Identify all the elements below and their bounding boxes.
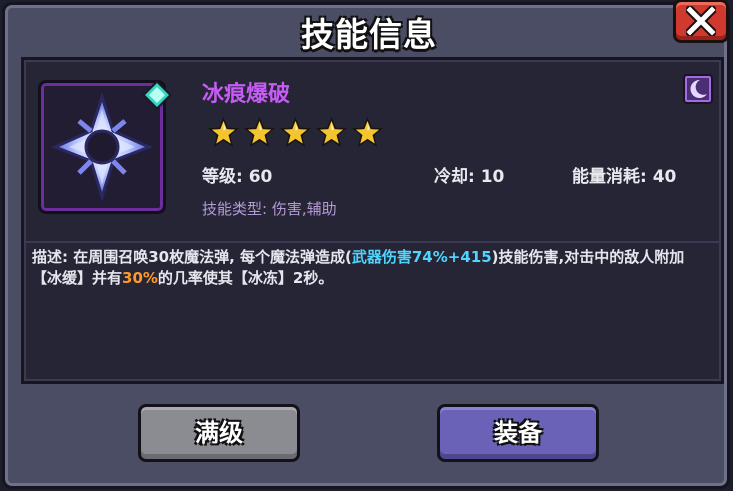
skill-detail-panel: 冰痕爆破 等级: 60 冷却: 10 能量消耗: 40 技能类型: 伤害,辅助 … — [21, 57, 724, 384]
weapon-damage-highlight: 武器伤害74%+415 — [351, 248, 492, 266]
skill-info-dialog: 技能信息 冰痕爆破 等级: 60 冷却: 10 能量消耗: 40 技能类型: 伤… — [2, 0, 730, 489]
dialog-title: 技能信息 — [301, 15, 437, 54]
close-icon — [686, 6, 716, 36]
star-icon — [279, 116, 312, 148]
chance-highlight: 30% — [122, 269, 158, 287]
star-icon — [315, 116, 348, 148]
max-level-button[interactable]: 满级 — [138, 404, 300, 462]
skill-description: 描述: 在周围召唤30枚魔法弹, 每个魔法弹造成(武器伤害74%+415)技能伤… — [32, 247, 702, 289]
panel-divider — [24, 241, 721, 243]
crescent-moon-icon — [690, 79, 707, 98]
equip-button[interactable]: 装备 — [437, 404, 599, 462]
star-icon — [207, 116, 240, 148]
close-button[interactable] — [673, 0, 729, 43]
skill-type: 技能类型: 伤害,辅助 — [202, 200, 337, 218]
star-icon — [351, 116, 384, 148]
star-icon — [243, 116, 276, 148]
star-rating — [207, 116, 384, 149]
skill-cooldown: 冷却: 10 — [434, 167, 505, 187]
ice-shuriken-icon — [51, 93, 153, 201]
skill-energy-cost: 能量消耗: 40 — [572, 167, 677, 187]
skill-icon-frame — [38, 80, 172, 214]
skill-type-badge[interactable] — [683, 74, 713, 104]
skill-name: 冰痕爆破 — [202, 82, 291, 107]
skill-level: 等级: 60 — [202, 167, 273, 187]
cyan-gem-icon — [142, 80, 172, 110]
description-text-3: 的几率使其【冰冻】2秒。 — [157, 269, 334, 287]
description-text-1: 描述: 在周围召唤30枚魔法弹, 每个魔法弹造成( — [32, 248, 352, 266]
